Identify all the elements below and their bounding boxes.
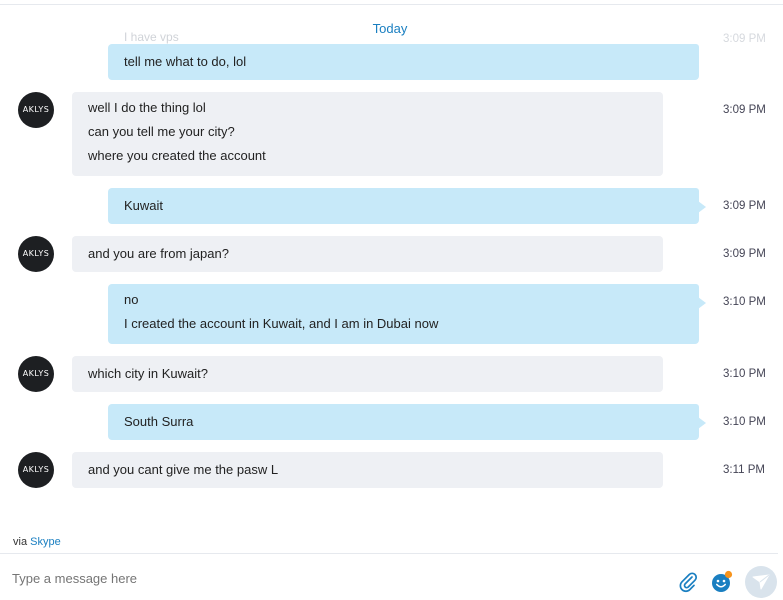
message-timestamp: 3:09 PM [723, 248, 766, 260]
message-bubble-outgoing[interactable]: Kuwait [108, 188, 706, 224]
avatar[interactable]: AKLYS [18, 92, 54, 128]
paperclip-icon[interactable] [677, 571, 699, 593]
message-bubble-incoming[interactable]: and you are from japan? [72, 236, 663, 272]
message-timestamp: 3:10 PM [723, 296, 766, 308]
message-line: can you tell me your city? [88, 124, 235, 139]
composer-divider [0, 553, 778, 554]
message-line: and you cant give me the pasw L [88, 462, 279, 477]
via-attribution: via Skype [13, 536, 61, 548]
via-prefix: via [13, 536, 28, 548]
message-line: and you are from japan? [88, 246, 229, 261]
message-bubble-outgoing[interactable]: South Surra [108, 404, 706, 440]
message-bubble-incoming[interactable]: and you cant give me the pasw L [72, 452, 663, 488]
scrolled-message-text: I have vps [124, 30, 179, 44]
avatar[interactable]: AKLYS [18, 452, 54, 488]
message-line: tell me what to do, lol [124, 54, 247, 69]
message-bubble-incoming[interactable]: well I do the thing lol can you tell me … [72, 92, 663, 176]
message-line: which city in Kuwait? [88, 366, 208, 381]
conversation-area[interactable]: I have vps 3:09 PM Today tell me what to… [0, 0, 783, 505]
message-input[interactable] [12, 571, 612, 586]
message-timestamp: 3:09 PM [723, 200, 766, 212]
message-timestamp: 3:10 PM [723, 416, 766, 428]
message-bubble-outgoing[interactable]: tell me what to do, lol [108, 44, 699, 80]
message-timestamp: 3:11 PM [723, 464, 765, 476]
avatar[interactable]: AKLYS [18, 236, 54, 272]
send-button[interactable] [745, 566, 777, 598]
message-line: South Surra [124, 414, 194, 429]
message-timestamp: 3:10 PM [723, 368, 766, 380]
emoticon-icon[interactable] [710, 570, 734, 594]
message-bubble-incoming[interactable]: which city in Kuwait? [72, 356, 663, 392]
message-line: where you created the account [88, 148, 266, 163]
bubble-tail [698, 201, 706, 213]
skype-link[interactable]: Skype [30, 536, 61, 548]
message-line: well I do the thing lol [88, 100, 206, 115]
message-line: Kuwait [124, 198, 164, 213]
message-bubble-outgoing[interactable]: no I created the account in Kuwait, and … [108, 284, 706, 344]
bubble-tail [698, 417, 706, 429]
message-line: I created the account in Kuwait, and I a… [124, 316, 439, 331]
send-icon [752, 574, 770, 590]
bubble-tail [698, 297, 706, 309]
date-divider: Today [350, 18, 430, 40]
avatar[interactable]: AKLYS [18, 356, 54, 392]
message-timestamp: 3:09 PM [723, 104, 766, 116]
message-line: no [124, 292, 139, 307]
scrolled-message-time: 3:09 PM [723, 33, 766, 45]
